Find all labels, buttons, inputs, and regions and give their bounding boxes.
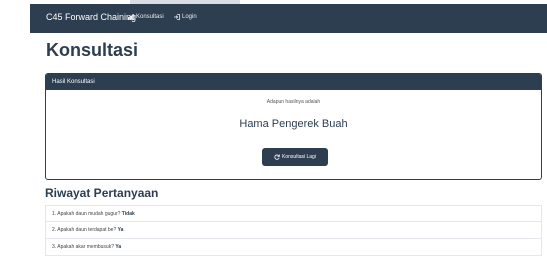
navbar-brand[interactable]: C45 Forward Chaining	[46, 12, 136, 22]
history-question: 3. Apakah akar membusuk?	[52, 244, 114, 250]
result-value: Hama Pengerek Buah	[239, 118, 348, 130]
history-item: 3. Apakah akar membusuk? Ya	[45, 239, 542, 256]
history-question: 1. Apakah daun mudah gugur?	[52, 211, 121, 217]
result-panel: Hasil Konsultasi Adapun hasilnya adalah …	[45, 73, 542, 180]
nav-item-konsultasi-label: Konsultasi	[136, 14, 164, 20]
history-item: 2. Apakah daun terdapat be? Ya	[45, 222, 542, 239]
login-icon	[174, 14, 180, 20]
result-caption: Adapun hasilnya adalah	[266, 99, 321, 105]
refresh-icon	[274, 154, 280, 160]
history-title: Riwayat Pertanyaan	[45, 186, 159, 200]
history-item: 1. Apakah daun mudah gugur? Tidak	[45, 205, 542, 222]
nav-item-konsultasi[interactable]: Konsultasi	[128, 14, 164, 20]
history-answer: Tidak	[121, 211, 135, 217]
result-panel-heading: Hasil Konsultasi	[46, 74, 541, 90]
history-list: 1. Apakah daun mudah gugur? Tidak 2. Apa…	[45, 205, 542, 256]
bar-chart-icon	[128, 14, 134, 20]
history-answer: Ya	[117, 227, 124, 233]
nav-item-login[interactable]: Login	[174, 14, 197, 20]
konsultasi-lagi-label: Konsultasi Lagi	[282, 154, 316, 160]
nav-item-login-label: Login	[182, 14, 197, 20]
navbar: C45 Forward Chaining Konsultasi Login	[30, 4, 547, 33]
history-question: 2. Apakah daun terdapat be?	[52, 227, 117, 233]
konsultasi-lagi-button[interactable]: Konsultasi Lagi	[262, 148, 328, 166]
result-panel-body: Adapun hasilnya adalah Hama Pengerek Bua…	[46, 90, 541, 179]
history-answer: Ya	[115, 244, 122, 250]
page-title: Konsultasi	[46, 40, 139, 60]
